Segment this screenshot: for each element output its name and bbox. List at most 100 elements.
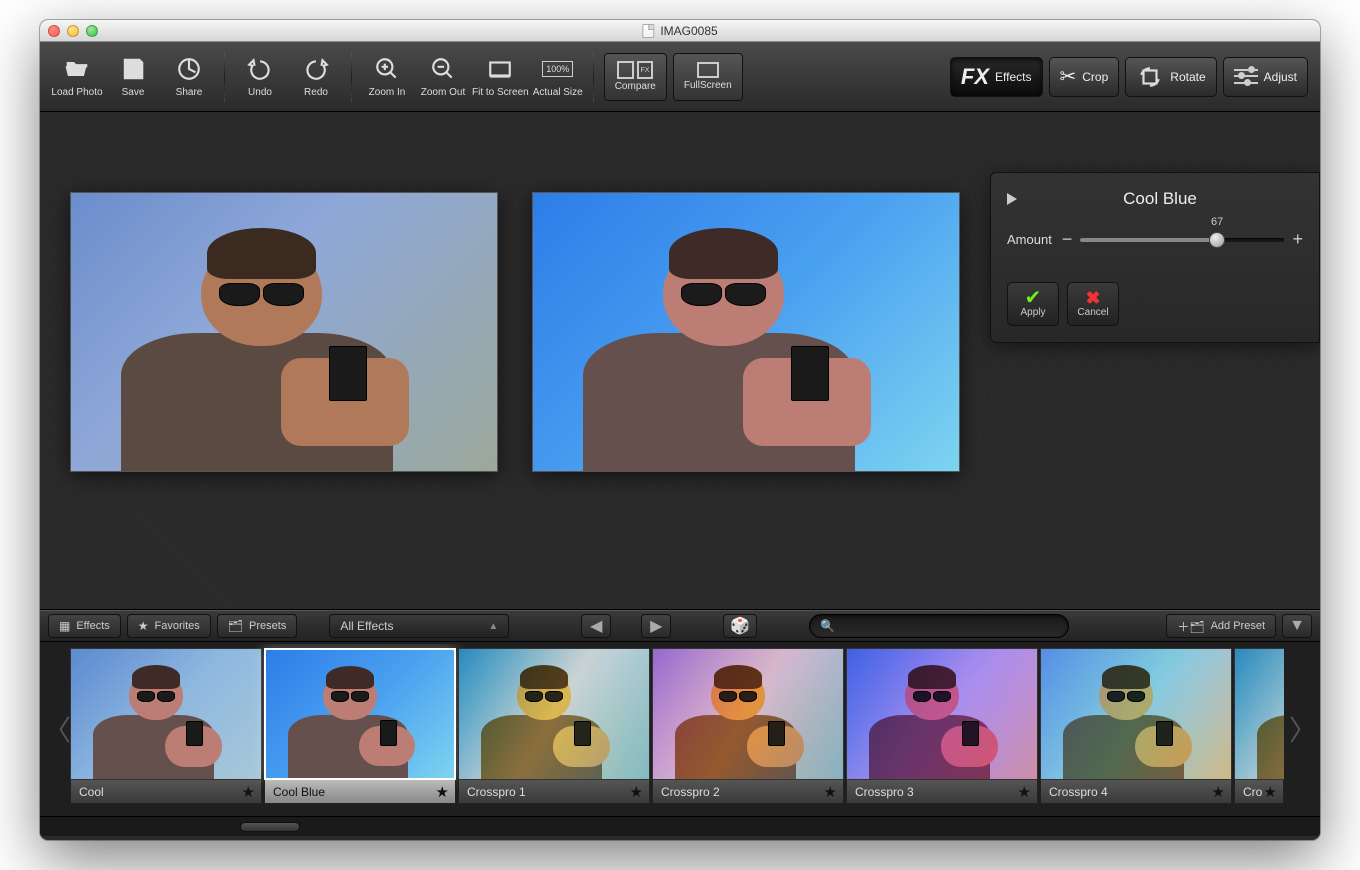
effects-label: Effects bbox=[995, 70, 1031, 84]
document-icon bbox=[642, 24, 654, 38]
add-preset-button[interactable]: ＋🗂Add Preset bbox=[1166, 614, 1276, 638]
cancel-label: Cancel bbox=[1077, 307, 1108, 318]
thumbnail-label: Cool★ bbox=[70, 780, 262, 804]
prev-button[interactable]: ◀ bbox=[581, 614, 611, 638]
thumbnail-label: Crosspro 2★ bbox=[652, 780, 844, 804]
filmstrip: 〈 Cool★Cool Blue★Crosspro 1★Crosspro 2★C… bbox=[40, 642, 1320, 816]
bottom-toolbar: ▦Effects ★Favorites 🗂 Presets All Effects… bbox=[40, 610, 1320, 642]
amount-value: 67 bbox=[1211, 216, 1223, 228]
minimize-window-button[interactable] bbox=[67, 25, 79, 37]
undo-button[interactable]: Undo bbox=[233, 47, 287, 107]
increase-button[interactable]: + bbox=[1292, 229, 1303, 250]
window-controls bbox=[48, 25, 98, 37]
amount-slider[interactable]: 67 bbox=[1080, 230, 1284, 250]
thumbnail-label: Crosspro 4★ bbox=[1040, 780, 1232, 804]
favorites-tab[interactable]: ★Favorites bbox=[127, 614, 211, 638]
compare-label: Compare bbox=[615, 81, 656, 92]
search-input[interactable] bbox=[841, 620, 1058, 632]
chevron-left-icon: ◀ bbox=[590, 616, 602, 636]
effects-mode-button[interactable]: FX Effects bbox=[950, 57, 1043, 97]
apply-label: Apply bbox=[1020, 307, 1045, 318]
fit-screen-button[interactable]: Fit to Screen bbox=[472, 47, 529, 107]
effects-tab[interactable]: ▦Effects bbox=[48, 614, 121, 638]
actual-size-icon: 100% bbox=[544, 55, 572, 83]
thumbnail-card[interactable]: Cro★ bbox=[1234, 648, 1284, 804]
thumbnail-card[interactable]: Cool Blue★ bbox=[264, 648, 456, 804]
redo-button[interactable]: Redo bbox=[289, 47, 343, 107]
play-icon[interactable] bbox=[1007, 193, 1017, 205]
category-value: All Effects bbox=[340, 619, 393, 633]
canvas-area: Cool Blue Amount − 67 + ✔ bbox=[40, 112, 1320, 610]
zoom-out-icon bbox=[429, 55, 457, 83]
thumbnail-card[interactable]: Crosspro 4★ bbox=[1040, 648, 1232, 804]
toolbar-separator bbox=[224, 52, 225, 102]
share-button[interactable]: Share bbox=[162, 47, 216, 107]
thumbnail-card[interactable]: Crosspro 1★ bbox=[458, 648, 650, 804]
rotate-mode-button[interactable]: Rotate bbox=[1125, 57, 1216, 97]
preset-icon: 🗂 bbox=[228, 619, 243, 633]
actual-size-button[interactable]: 100% Actual Size bbox=[531, 47, 585, 107]
compare-button[interactable]: FX Compare bbox=[604, 53, 667, 101]
adjust-mode-button[interactable]: Adjust bbox=[1223, 57, 1308, 97]
save-label: Save bbox=[122, 87, 145, 98]
collapse-button[interactable]: ▼ bbox=[1282, 614, 1312, 638]
adjust-label: Adjust bbox=[1264, 70, 1297, 84]
share-label: Share bbox=[176, 87, 203, 98]
zoom-in-button[interactable]: Zoom In bbox=[360, 47, 414, 107]
cancel-button[interactable]: ✖ Cancel bbox=[1067, 282, 1119, 326]
dice-icon: 🎲 bbox=[730, 616, 750, 636]
horizontal-scrollbar[interactable] bbox=[40, 816, 1320, 836]
undo-icon bbox=[246, 55, 274, 83]
search-field[interactable]: 🔍 bbox=[809, 614, 1069, 638]
undo-label: Undo bbox=[248, 87, 272, 98]
window-title-text: IMAG0085 bbox=[660, 24, 717, 38]
fullscreen-icon bbox=[697, 62, 719, 78]
star-icon: ★ bbox=[138, 619, 149, 633]
toolbar-separator bbox=[351, 52, 352, 102]
slider-thumb[interactable] bbox=[1209, 232, 1225, 248]
zoom-out-button[interactable]: Zoom Out bbox=[416, 47, 470, 107]
favorite-star-icon[interactable]: ★ bbox=[1018, 783, 1031, 801]
random-button[interactable]: 🎲 bbox=[723, 614, 757, 638]
redo-icon bbox=[302, 55, 330, 83]
presets-tab-label: Presets bbox=[249, 620, 286, 632]
thumbnail-card[interactable]: Cool★ bbox=[70, 648, 262, 804]
fit-label: Fit to Screen bbox=[472, 87, 529, 98]
thumbnail-card[interactable]: Crosspro 2★ bbox=[652, 648, 844, 804]
chevron-right-icon: ▶ bbox=[650, 616, 662, 636]
zoom-window-button[interactable] bbox=[86, 25, 98, 37]
fx-icon: FX bbox=[961, 64, 989, 90]
thumbnail-list: Cool★Cool Blue★Crosspro 1★Crosspro 2★Cro… bbox=[70, 644, 1290, 814]
favorite-star-icon[interactable]: ★ bbox=[1212, 783, 1225, 801]
redo-label: Redo bbox=[304, 87, 328, 98]
crop-mode-button[interactable]: ✂ Crop bbox=[1049, 57, 1120, 97]
favorite-star-icon[interactable]: ★ bbox=[630, 783, 643, 801]
compare-icon: FX bbox=[617, 61, 653, 79]
sliders-icon bbox=[1234, 67, 1258, 87]
effect-title: Cool Blue bbox=[1017, 189, 1303, 209]
next-button[interactable]: ▶ bbox=[641, 614, 671, 638]
rotate-label: Rotate bbox=[1170, 70, 1205, 84]
close-window-button[interactable] bbox=[48, 25, 60, 37]
fullscreen-label: FullScreen bbox=[684, 80, 732, 91]
presets-tab[interactable]: 🗂 Presets bbox=[217, 614, 298, 638]
favorite-star-icon[interactable]: ★ bbox=[436, 783, 449, 801]
scroll-left-button[interactable]: 〈 bbox=[44, 654, 70, 804]
scrollbar-thumb[interactable] bbox=[240, 822, 300, 832]
chevron-down-icon: ▼ bbox=[1289, 617, 1305, 635]
floppy-icon bbox=[119, 55, 147, 83]
favorite-star-icon[interactable]: ★ bbox=[242, 783, 255, 801]
favorite-star-icon[interactable]: ★ bbox=[1264, 783, 1277, 801]
decrease-button[interactable]: − bbox=[1062, 229, 1073, 250]
category-dropdown[interactable]: All Effects bbox=[329, 614, 509, 638]
save-button[interactable]: Save bbox=[106, 47, 160, 107]
x-icon: ✖ bbox=[1085, 291, 1100, 305]
crop-label: Crop bbox=[1082, 70, 1108, 84]
load-photo-button[interactable]: Load Photo bbox=[50, 47, 104, 107]
thumbnail-card[interactable]: Crosspro 3★ bbox=[846, 648, 1038, 804]
titlebar: IMAG0085 bbox=[40, 20, 1320, 42]
fullscreen-button[interactable]: FullScreen bbox=[673, 53, 743, 101]
scroll-right-button[interactable]: 〉 bbox=[1290, 654, 1316, 804]
favorite-star-icon[interactable]: ★ bbox=[824, 783, 837, 801]
apply-button[interactable]: ✔ Apply bbox=[1007, 282, 1059, 326]
